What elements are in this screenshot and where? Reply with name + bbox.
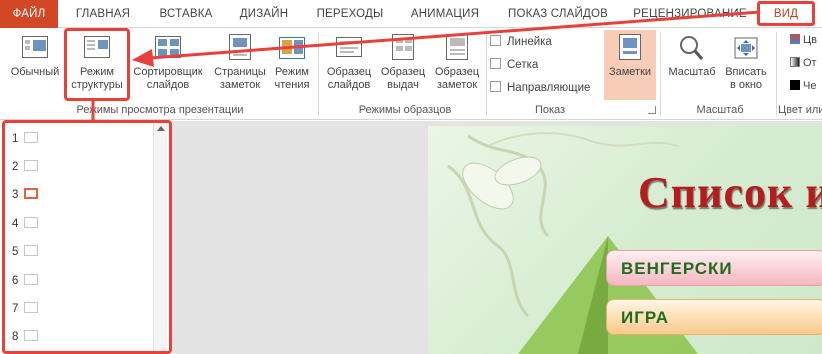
slide-item-1[interactable]: ВЕНГЕРСКИ bbox=[606, 250, 822, 286]
slide-title[interactable]: Список и bbox=[638, 167, 822, 218]
outline-pane-highlight bbox=[2, 120, 172, 354]
slide-item-2[interactable]: ИГРА bbox=[606, 299, 822, 335]
